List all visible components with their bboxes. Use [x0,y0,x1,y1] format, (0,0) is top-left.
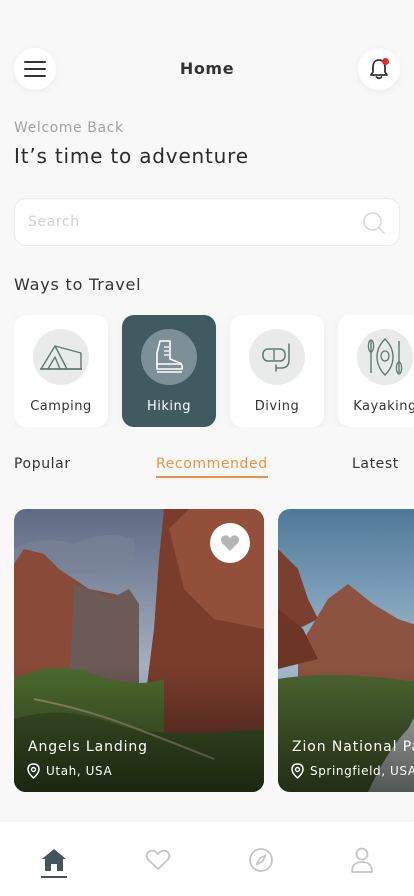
nav-explore[interactable] [247,846,275,874]
nav-home[interactable] [40,846,68,874]
tab-label: Recommended [156,456,268,472]
nav-favorites[interactable] [144,846,172,874]
search-box [14,198,400,246]
tab-latest[interactable]: Latest [352,456,399,472]
category-label: Kayaking [353,399,414,414]
profile-icon [351,847,373,873]
heart-icon [145,849,171,870]
place-location: Springfield, USA [291,763,414,779]
active-nav-indicator [41,876,67,878]
welcome-headline: It’s time to adventure [14,144,249,168]
kayak-paddle-icon [367,338,403,376]
place-location-text: Springfield, USA [310,764,414,778]
place-name: Zion National Park [292,739,414,755]
place-name: Angels Landing [28,739,148,755]
place-location: Utah, USA [27,763,112,779]
search-icon[interactable] [362,211,386,235]
place-card[interactable]: Zion National Park Springfield, USA [278,509,414,792]
tab-label: Popular [14,456,71,472]
category-kayaking[interactable]: Kayaking [338,315,414,427]
home-icon [42,849,66,871]
category-label: Hiking [146,399,192,414]
places-carousel: Angels Landing Utah, USA Zion National P… [14,509,414,792]
bottom-nav [0,822,414,896]
category-camping[interactable]: Camping [14,315,108,427]
search-input[interactable] [28,199,348,245]
notification-dot [382,58,389,65]
heart-icon [220,535,240,551]
hiking-boot-icon [156,340,184,373]
category-label: Camping [30,399,92,414]
tab-label: Latest [352,456,399,472]
place-card[interactable]: Angels Landing Utah, USA [14,509,264,792]
notifications-button[interactable] [358,48,400,90]
ways-to-travel-title: Ways to Travel [14,275,142,294]
location-pin-icon [27,763,40,779]
travel-categories: Camping Hiking Diving Kayaking [14,315,414,427]
category-diving[interactable]: Diving [230,315,324,427]
tab-popular[interactable]: Popular [14,456,71,472]
nav-profile[interactable] [348,846,376,874]
active-tab-indicator [156,476,268,478]
compass-icon [249,848,273,872]
welcome-subtitle: Welcome Back [14,120,124,136]
diving-mask-icon [262,343,290,372]
category-label: Diving [254,399,300,414]
favorite-button[interactable] [210,523,250,563]
tent-icon [40,345,82,370]
location-pin-icon [291,763,304,779]
top-bar: Home [14,48,400,90]
category-hiking[interactable]: Hiking [122,315,216,427]
tabs-bar: Popular Recommended Latest [0,456,414,482]
tab-recommended[interactable]: Recommended [156,456,268,478]
page-title: Home [179,59,235,78]
place-location-text: Utah, USA [46,764,113,778]
